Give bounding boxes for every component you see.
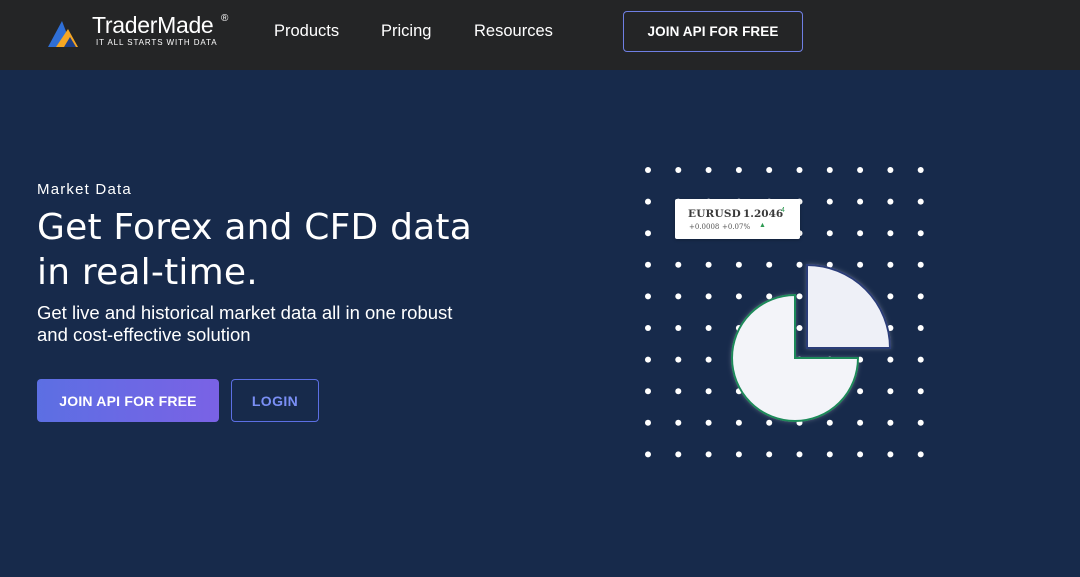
grid-dot — [917, 198, 924, 205]
grid-dot — [675, 388, 682, 395]
grid-dot — [675, 293, 682, 300]
join-api-for-free-button[interactable]: JOIN API FOR FREE — [37, 379, 219, 422]
hero-subheading-line-1: Get live and historical market data all … — [37, 302, 453, 323]
grid-dot — [645, 198, 651, 205]
nav-join-api-button[interactable]: JOIN API FOR FREE — [623, 11, 803, 52]
grid-dot — [857, 419, 864, 426]
grid-dot — [705, 261, 712, 268]
tradermade-logo[interactable]: TraderMade ® IT ALL STARTS WITH DATA — [48, 12, 238, 50]
grid-dot — [826, 167, 833, 173]
grid-dot — [887, 356, 894, 363]
grid-dot — [857, 261, 864, 268]
registered-mark: ® — [221, 13, 229, 24]
grid-dot — [675, 325, 682, 331]
grid-dot — [826, 198, 833, 205]
grid-dot — [675, 419, 682, 426]
grid-dot — [766, 451, 773, 458]
grid-dot — [675, 261, 682, 268]
grid-dot — [645, 230, 651, 237]
grid-dot — [796, 325, 803, 331]
up-triangle-icon: ▲ — [759, 222, 766, 229]
grid-dot — [857, 451, 864, 458]
brand-name: TraderMade — [92, 12, 214, 38]
grid-dot — [887, 451, 894, 458]
grid-dot — [887, 167, 894, 173]
grid-dot — [887, 388, 894, 395]
quote-change-percent: +0.07% — [722, 223, 751, 231]
grid-dot — [917, 261, 924, 268]
grid-dot — [917, 451, 924, 458]
grid-dot — [826, 419, 833, 426]
grid-dot — [645, 451, 651, 458]
brand-tagline: IT ALL STARTS WITH DATA — [96, 38, 218, 47]
hero-headline-line-1: Get Forex and CFD data — [37, 207, 472, 248]
hero-subheading: Get live and historical market data all … — [37, 302, 557, 346]
top-navigation-bar: TraderMade ® IT ALL STARTS WITH DATA Pro… — [0, 0, 1080, 70]
grid-dot — [917, 230, 924, 237]
grid-dot — [917, 356, 924, 363]
grid-dot — [917, 419, 924, 426]
grid-dot — [796, 293, 803, 300]
grid-dot — [705, 388, 712, 395]
grid-dot — [705, 167, 712, 173]
eurusd-quote-card: EURUSD 1.2046 4 +0.0008 +0.07% ▲ — [675, 199, 800, 239]
grid-dot — [857, 230, 864, 237]
grid-dot — [645, 325, 651, 331]
grid-dot — [917, 325, 924, 331]
grid-dot — [705, 356, 712, 363]
quote-price: 1.2046 — [743, 208, 784, 220]
grid-dot — [705, 451, 712, 458]
grid-dot — [735, 261, 742, 268]
grid-dot — [917, 167, 924, 173]
grid-dot — [887, 230, 894, 237]
grid-dot — [887, 261, 894, 268]
quote-pair: EURUSD — [688, 208, 741, 220]
grid-dot — [735, 419, 742, 426]
grid-dot — [917, 293, 924, 300]
grid-dot — [857, 388, 864, 395]
grid-dot — [796, 167, 803, 173]
grid-dot — [675, 356, 682, 363]
grid-dot — [675, 451, 682, 458]
grid-dot — [796, 261, 803, 268]
grid-dot — [735, 451, 742, 458]
grid-dot — [857, 167, 864, 173]
pie-slice-detached — [806, 263, 892, 349]
hero-subheading-line-2: and cost-effective solution — [37, 324, 251, 345]
grid-dot — [887, 198, 894, 205]
grid-dot — [645, 388, 651, 395]
hero-headline-line-2: in real-time. — [37, 252, 258, 293]
grid-dot — [705, 419, 712, 426]
grid-dot — [917, 388, 924, 395]
grid-dot — [857, 198, 864, 205]
tradermade-logo-mark-icon — [48, 21, 78, 47]
grid-dot — [645, 261, 651, 268]
grid-dot — [645, 356, 651, 363]
grid-dot — [796, 451, 803, 458]
grid-dot — [645, 293, 651, 300]
hero-headline: Get Forex and CFD data in real-time. — [37, 205, 557, 295]
grid-dot — [826, 451, 833, 458]
nav-item-resources[interactable]: Resources — [474, 22, 553, 41]
grid-dot — [735, 293, 742, 300]
grid-dot — [766, 167, 773, 173]
quote-change: +0.0008 — [689, 223, 720, 231]
grid-dot — [705, 293, 712, 300]
hero-eyebrow: Market Data — [37, 181, 132, 198]
grid-dot — [645, 419, 651, 426]
quote-last-digit: 4 — [781, 207, 785, 214]
grid-dot — [735, 167, 742, 173]
grid-dot — [645, 167, 651, 173]
login-button[interactable]: LOGIN — [231, 379, 319, 422]
grid-dot — [826, 230, 833, 237]
nav-item-products[interactable]: Products — [274, 22, 339, 41]
grid-dot — [675, 167, 682, 173]
nav-item-pricing[interactable]: Pricing — [381, 22, 431, 41]
grid-dot — [705, 325, 712, 331]
grid-dot — [766, 261, 773, 268]
grid-dot — [887, 293, 894, 300]
grid-dot — [766, 419, 773, 426]
grid-dot — [887, 419, 894, 426]
